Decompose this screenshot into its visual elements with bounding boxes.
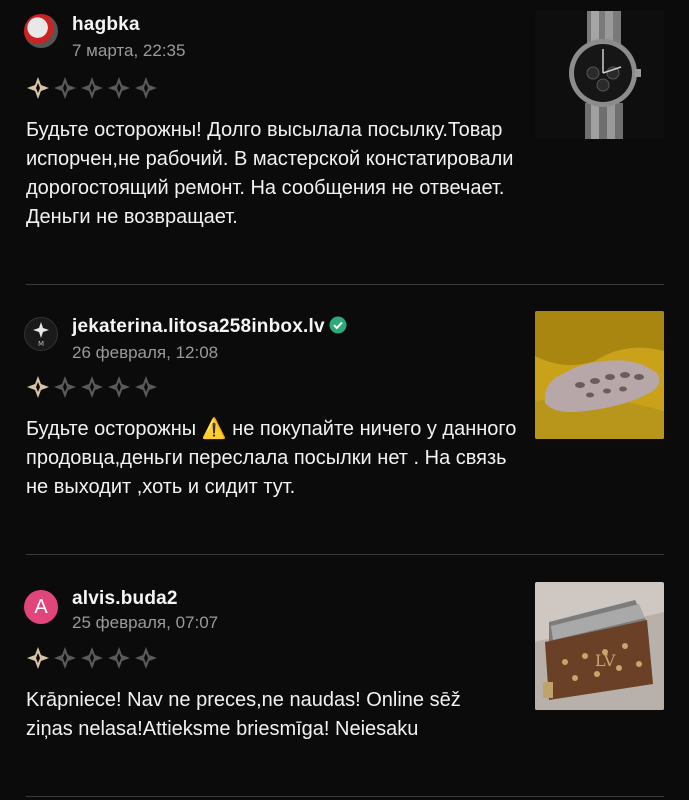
- star-empty-icon: [108, 77, 130, 99]
- divider: [26, 796, 664, 797]
- sneaker-image: [535, 311, 664, 439]
- star-filled-icon: [27, 376, 49, 398]
- divider: [26, 554, 664, 555]
- username[interactable]: jekaterina.litosa258inbox.lv: [72, 316, 325, 337]
- star-empty-icon: [108, 376, 130, 398]
- username-row[interactable]: jekaterina.litosa258inbox.lv: [72, 316, 347, 338]
- review-photo[interactable]: LV: [535, 582, 664, 710]
- svg-text:M: M: [38, 340, 44, 347]
- avatar[interactable]: [24, 14, 58, 48]
- watch-image: [535, 11, 664, 139]
- review-photo[interactable]: [535, 11, 664, 139]
- star-rating: [26, 375, 158, 399]
- star-empty-icon: [54, 376, 76, 398]
- star-rating: [26, 76, 158, 100]
- review-photo[interactable]: [535, 311, 664, 439]
- star-filled-icon: [27, 77, 49, 99]
- avatar[interactable]: A: [24, 590, 58, 624]
- review-text: Будьте осторожны ⚠️ не покупайте ничего …: [26, 418, 517, 498]
- username[interactable]: alvis.buda2: [72, 588, 178, 610]
- star-empty-icon: [135, 376, 157, 398]
- star-empty-icon: [81, 376, 103, 398]
- divider: [26, 284, 664, 285]
- review-text: Будьте осторожны! Долго высылала посылку…: [26, 119, 514, 228]
- review-date: 25 февраля, 07:07: [72, 613, 219, 632]
- star-empty-icon: [135, 77, 157, 99]
- svg-text:LV: LV: [595, 651, 616, 670]
- star-empty-icon: [135, 647, 157, 669]
- review-date: 26 февраля, 12:08: [72, 343, 219, 362]
- star-filled-icon: [27, 647, 49, 669]
- review-text: Krāpniece! Nav ne preces,ne naudas! Onli…: [26, 689, 461, 740]
- star-empty-icon: [81, 647, 103, 669]
- brand-logo-icon: M: [33, 322, 49, 347]
- star-empty-icon: [54, 77, 76, 99]
- star-empty-icon: [54, 647, 76, 669]
- username[interactable]: hagbka: [72, 14, 140, 36]
- star-empty-icon: [108, 647, 130, 669]
- wallet-image: LV: [535, 582, 664, 710]
- review-date: 7 марта, 22:35: [72, 41, 186, 60]
- star-empty-icon: [81, 77, 103, 99]
- verified-badge-icon: [329, 316, 347, 334]
- star-rating: [26, 646, 158, 670]
- avatar-letter: A: [34, 595, 48, 618]
- avatar[interactable]: M: [24, 317, 58, 351]
